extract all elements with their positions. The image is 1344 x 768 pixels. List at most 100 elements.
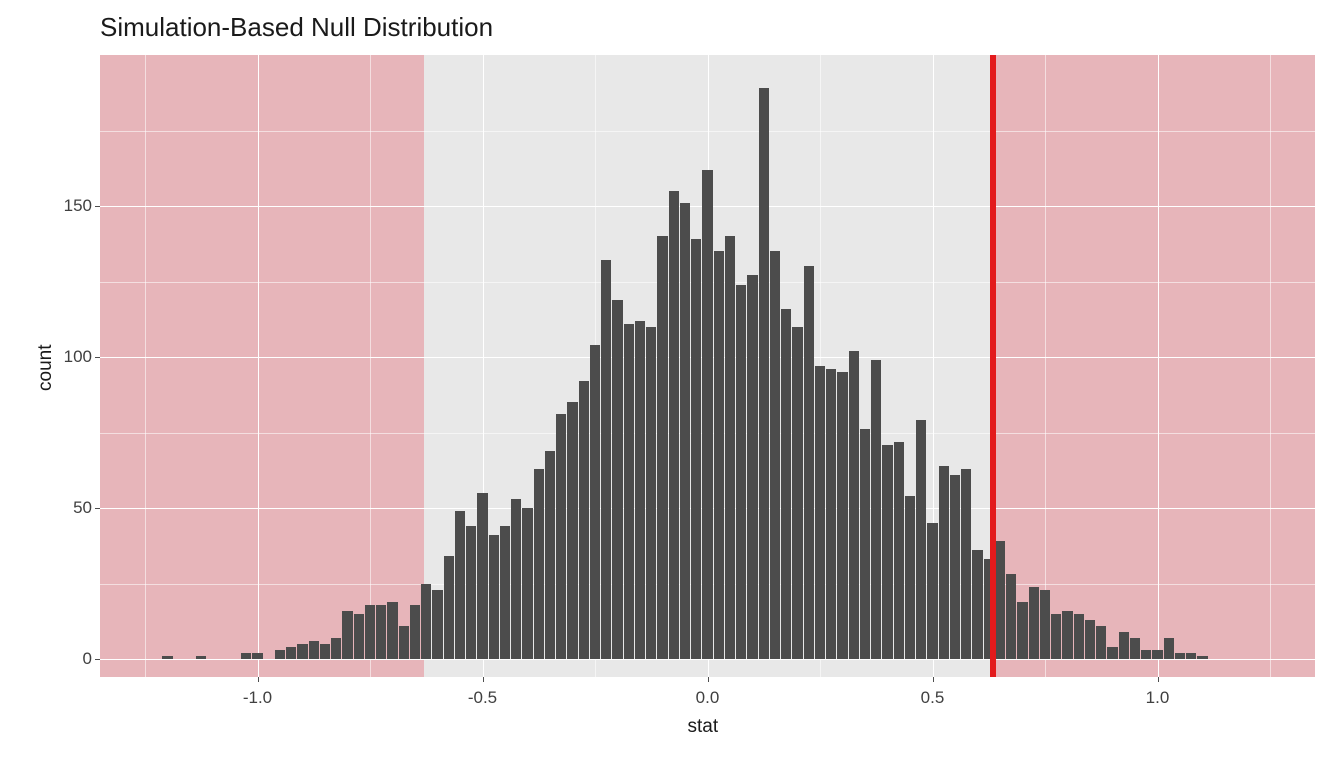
histogram-bar — [792, 327, 802, 659]
histogram-bar — [691, 239, 701, 659]
histogram-bar — [1096, 626, 1106, 659]
histogram-bar — [714, 251, 724, 659]
histogram-bar — [579, 381, 589, 659]
histogram-bar — [837, 372, 847, 659]
histogram-bar — [1085, 620, 1095, 659]
histogram-bar — [1040, 590, 1050, 659]
histogram-bar — [770, 251, 780, 659]
histogram-bar — [567, 402, 577, 659]
histogram-bar — [275, 650, 285, 659]
histogram-bar — [297, 644, 307, 659]
y-axis-label: count — [35, 345, 57, 391]
histogram-bar — [354, 614, 364, 659]
histogram-bar — [1107, 647, 1117, 659]
histogram-bar — [455, 511, 465, 659]
histogram-bar — [612, 300, 622, 659]
histogram-bar — [1119, 632, 1129, 659]
histogram-bar — [747, 275, 757, 659]
histogram-bar — [511, 499, 521, 659]
histogram-bar — [905, 496, 915, 659]
histogram-bar — [882, 445, 892, 659]
histogram-bar — [331, 638, 341, 659]
histogram-bar — [871, 360, 881, 659]
histogram-bar — [860, 429, 870, 659]
histogram-bar — [1051, 614, 1061, 659]
histogram-bar — [1074, 614, 1084, 659]
y-tick-label: 150 — [12, 196, 92, 216]
histogram-bar — [432, 590, 442, 659]
histogram-bar — [534, 469, 544, 659]
histogram-bar — [421, 584, 431, 660]
histogram-bar — [916, 420, 926, 659]
histogram-bar — [702, 170, 712, 659]
histogram-bar — [590, 345, 600, 659]
histogram-bar — [826, 369, 836, 659]
histogram-bar — [950, 475, 960, 659]
x-tick-label: -1.0 — [228, 688, 288, 708]
histogram-bar — [342, 611, 352, 659]
histogram-bar — [500, 526, 510, 659]
histogram-bar — [241, 653, 251, 659]
histogram-bar — [1017, 602, 1027, 659]
histogram-bar — [657, 236, 667, 659]
histogram-bar — [399, 626, 409, 659]
histogram-bar — [320, 644, 330, 659]
histogram-bar — [601, 260, 611, 659]
histogram-bar — [646, 327, 656, 659]
null-distribution-chart: Simulation-Based Null Distribution 05010… — [0, 0, 1344, 768]
histogram-bar — [961, 469, 971, 659]
histogram-bar — [849, 351, 859, 659]
x-tick-label: -0.5 — [453, 688, 513, 708]
chart-title: Simulation-Based Null Distribution — [100, 12, 493, 43]
histogram-bar — [624, 324, 634, 659]
histogram-bar — [972, 550, 982, 659]
histogram-bar — [545, 451, 555, 659]
histogram-bar — [365, 605, 375, 659]
y-tick-label: 50 — [12, 498, 92, 518]
histogram-bar — [252, 653, 262, 659]
histogram-bar — [309, 641, 319, 659]
x-axis-label: stat — [688, 716, 719, 738]
histogram-bar — [556, 414, 566, 659]
histogram-bar — [927, 523, 937, 659]
histogram-bar — [635, 321, 645, 659]
histogram-bar — [1062, 611, 1072, 659]
histogram-bar — [736, 285, 746, 659]
histogram-bar — [477, 493, 487, 659]
histogram-bar — [444, 556, 454, 659]
histogram-bar — [759, 88, 769, 659]
x-tick-label: 0.0 — [678, 688, 738, 708]
histogram-bar — [1029, 587, 1039, 659]
histogram-bar — [466, 526, 476, 659]
histogram-bar — [1186, 653, 1196, 659]
plot-panel — [100, 55, 1315, 677]
histogram-bar — [1141, 650, 1151, 659]
histogram-bar — [196, 656, 206, 659]
y-tick-label: 0 — [12, 649, 92, 669]
histogram-bar — [725, 236, 735, 659]
histogram-bar — [939, 466, 949, 659]
histogram-bar — [995, 541, 1005, 659]
histogram-bar — [387, 602, 397, 659]
histogram-bar — [522, 508, 532, 659]
histogram-bar — [669, 191, 679, 659]
histogram-bar — [894, 442, 904, 659]
histogram-bar — [781, 309, 791, 659]
histogram-bar — [1130, 638, 1140, 659]
histogram-bars — [100, 55, 1315, 677]
histogram-bar — [680, 203, 690, 659]
histogram-bar — [489, 535, 499, 659]
histogram-bar — [1006, 574, 1016, 659]
histogram-bar — [1175, 653, 1185, 659]
histogram-bar — [815, 366, 825, 659]
observed-statistic-line — [990, 55, 996, 677]
histogram-bar — [1197, 656, 1207, 659]
histogram-bar — [1152, 650, 1162, 659]
histogram-bar — [162, 656, 172, 659]
histogram-bar — [410, 605, 420, 659]
histogram-bar — [376, 605, 386, 659]
histogram-bar — [1164, 638, 1174, 659]
x-tick-label: 0.5 — [903, 688, 963, 708]
x-tick-label: 1.0 — [1128, 688, 1188, 708]
histogram-bar — [286, 647, 296, 659]
